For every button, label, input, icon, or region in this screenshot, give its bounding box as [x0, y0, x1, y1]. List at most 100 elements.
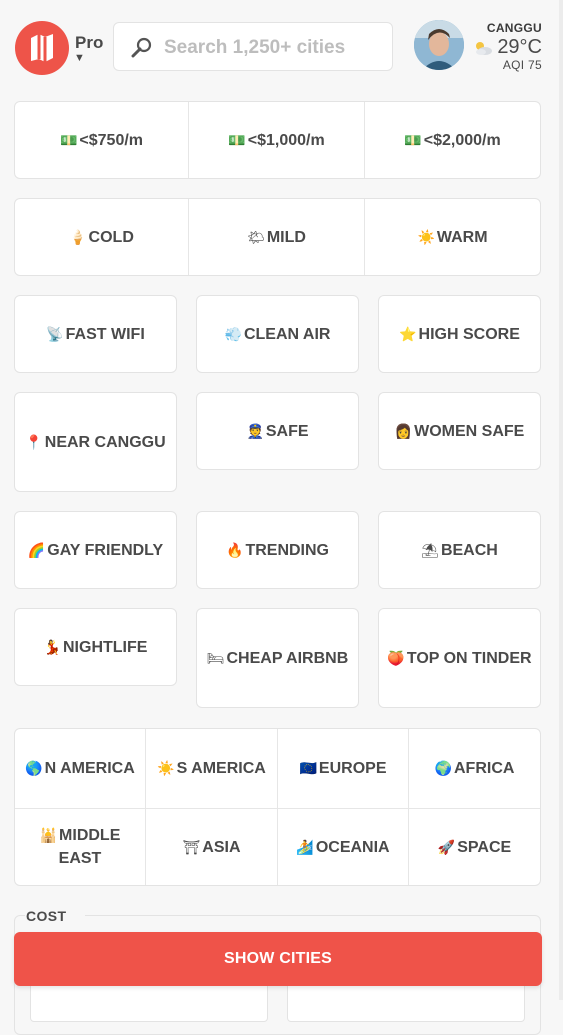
peach-icon: 🍑 — [387, 649, 405, 666]
filter-label: TOP ON TINDER — [406, 649, 532, 667]
filter-warm[interactable]: ☀️ WARM — [365, 199, 540, 275]
globe-americas-icon: 🌎 — [25, 760, 43, 776]
filter-trending[interactable]: 🔥 TRENDING — [196, 511, 359, 589]
star-icon: ⭐ — [399, 325, 417, 342]
filter-label: CLEAN AIR — [243, 325, 331, 343]
filter-label: WARM — [436, 228, 488, 246]
eu-flag-icon: 🇪🇺 — [299, 760, 317, 776]
police-icon: 👮 — [246, 422, 264, 439]
filter-label: BEACH — [440, 541, 498, 559]
woman-icon: 👩 — [394, 422, 413, 439]
money-icon: 💵 — [228, 131, 246, 148]
rocket-icon: 🚀 — [437, 838, 456, 855]
show-cities-button[interactable]: SHOW CITIES — [14, 932, 542, 986]
pro-label[interactable]: Pro — [75, 33, 103, 53]
umbrella-icon: ⛱ — [421, 541, 439, 558]
search-icon — [131, 37, 152, 58]
filter-middle-east[interactable]: 🕌 MIDDLE EAST — [15, 809, 146, 885]
mosque-icon: 🕌 — [39, 827, 58, 843]
surfer-icon: 🏄 — [296, 838, 314, 855]
filter-cold[interactable]: 🍦 COLD — [15, 199, 189, 275]
bed-icon: 🛏 — [206, 649, 225, 666]
filter-label: ASIA — [202, 838, 241, 856]
filter-label: HIGH SCORE — [418, 325, 520, 343]
search-box[interactable] — [113, 22, 393, 71]
air-quality: AQI 75 — [502, 58, 542, 72]
filter-europe[interactable]: 🇪🇺 EUROPE — [278, 729, 409, 809]
filter-label: N AMERICA — [44, 760, 135, 777]
filter-label: MILD — [266, 228, 306, 246]
filter-high-score[interactable]: ⭐ HIGH SCORE — [378, 295, 541, 373]
filter-label: TRENDING — [245, 541, 329, 559]
globe-africa-icon: 🌍 — [434, 760, 452, 776]
filter-label: MIDDLE EAST — [58, 827, 121, 867]
filter-label: AFRICA — [454, 760, 515, 777]
filter-label: <$1,000/m — [247, 131, 325, 149]
filter-near-location[interactable]: 📍 NEAR CANGGU — [14, 392, 177, 492]
filter-cheap-airbnb[interactable]: 🛏 CHEAP AIRBNB — [196, 608, 359, 708]
filter-label: COLD — [88, 228, 134, 246]
filter-budget-750[interactable]: 💵 <$750/m — [15, 102, 189, 178]
filter-north-america[interactable]: 🌎 N AMERICA — [15, 729, 146, 809]
filter-beach[interactable]: ⛱ BEACH — [378, 511, 541, 589]
filter-nightlife[interactable]: 💃 NIGHTLIFE — [14, 608, 177, 686]
header: Pro ▼ CANGGU 29°C AQI 75 — [0, 0, 563, 95]
fire-icon: 🔥 — [226, 541, 244, 558]
filter-label: SPACE — [457, 838, 512, 856]
cost-option-card[interactable] — [287, 980, 525, 1022]
ice-cream-icon: 🍦 — [69, 228, 87, 245]
nomad-logo[interactable] — [15, 21, 69, 75]
filter-women-safe[interactable]: 👩 WOMEN SAFE — [378, 392, 541, 470]
filter-label: FAST WIFI — [65, 325, 145, 343]
filter-top-on-tinder[interactable]: 🍑 TOP ON TINDER — [378, 608, 541, 708]
filter-label: CHEAP AIRBNB — [226, 649, 349, 667]
filter-africa[interactable]: 🌍 AFRICA — [409, 729, 540, 809]
chevron-down-icon[interactable]: ▼ — [74, 52, 85, 64]
filter-label: GAY FRIENDLY — [47, 541, 164, 559]
filter-south-america[interactable]: ☀️ S AMERICA — [146, 729, 278, 809]
money-icon: 💵 — [404, 131, 422, 148]
logo-icon — [31, 34, 53, 62]
filter-label: EUROPE — [318, 760, 387, 777]
region-filters: 🌎 N AMERICA ☀️ S AMERICA 🇪🇺 EUROPE 🌍 AFRICA … — [14, 728, 541, 886]
filter-label: <$750/m — [79, 131, 144, 149]
torii-icon: ⛩ — [182, 838, 201, 855]
filter-label: NIGHTLIFE — [63, 638, 148, 656]
filter-fast-wifi[interactable]: 📡 FAST WIFI — [14, 295, 177, 373]
filter-oceania[interactable]: 🏄 OCEANIA — [278, 809, 409, 885]
sun-icon: ☀️ — [417, 228, 435, 245]
filter-label: NEAR CANGGU — [44, 433, 166, 451]
climate-filters: 🍦 COLD 🌤 MILD ☀️ WARM — [14, 198, 541, 276]
filter-gay-friendly[interactable]: 🌈 GAY FRIENDLY — [14, 511, 177, 589]
rainbow-icon: 🌈 — [27, 541, 46, 558]
current-location: CANGGU — [486, 21, 542, 35]
search-input[interactable] — [162, 33, 386, 63]
cost-section-title: COST — [26, 908, 67, 924]
scrollbar[interactable] — [559, 0, 563, 1000]
filter-safe[interactable]: 👮 SAFE — [196, 392, 359, 470]
filter-label: WOMEN SAFE — [414, 422, 525, 440]
filter-clean-air[interactable]: 💨 CLEAN AIR — [196, 295, 359, 373]
filter-label: SAFE — [265, 422, 309, 440]
cost-option-card[interactable] — [30, 980, 268, 1022]
money-icon: 💵 — [59, 131, 78, 148]
filter-mild[interactable]: 🌤 MILD — [189, 199, 365, 275]
temperature: 29°C — [497, 36, 542, 58]
filter-asia[interactable]: ⛩ ASIA — [146, 809, 278, 885]
filter-label: OCEANIA — [315, 838, 390, 856]
pin-icon: 📍 — [25, 433, 43, 450]
sun-cloud-icon: 🌤 — [247, 228, 265, 245]
wind-icon: 💨 — [224, 325, 242, 342]
partly-cloudy-icon — [476, 41, 493, 55]
sun-icon: ☀️ — [157, 760, 175, 776]
filter-label: S AMERICA — [176, 760, 266, 777]
avatar[interactable] — [414, 20, 464, 70]
filter-budget-2000[interactable]: 💵 <$2,000/m — [365, 102, 540, 178]
weather: 29°C — [473, 36, 542, 59]
filter-label: <$2,000/m — [423, 131, 501, 149]
budget-filters: 💵 <$750/m 💵 <$1,000/m 💵 <$2,000/m — [14, 101, 541, 179]
filter-space[interactable]: 🚀 SPACE — [409, 809, 540, 885]
filter-budget-1000[interactable]: 💵 <$1,000/m — [189, 102, 365, 178]
satellite-icon: 📡 — [46, 325, 64, 342]
dancer-icon: 💃 — [43, 638, 61, 655]
